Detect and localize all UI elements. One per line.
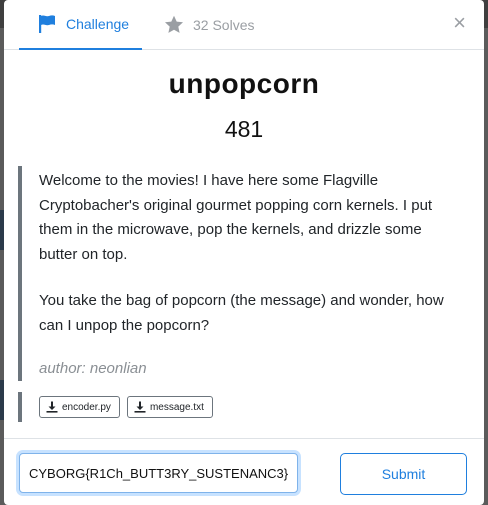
challenge-files: encoder.py message.txt	[18, 392, 464, 422]
file-download-encoder[interactable]: encoder.py	[39, 396, 120, 418]
challenge-author: author: neonlian	[39, 360, 147, 377]
challenge-title: unpopcorn	[168, 68, 320, 99]
modal-tabs: Challenge 32 Solves ×	[4, 0, 484, 50]
file-name: message.txt	[149, 401, 204, 413]
tab-solves-label: 32 Solves	[193, 17, 255, 33]
description-paragraph: You take the bag of popcorn (the message…	[39, 292, 444, 334]
close-icon[interactable]: ×	[453, 12, 466, 34]
file-name: encoder.py	[62, 401, 111, 413]
description-paragraph: Welcome to the movies! I have here some …	[39, 172, 433, 263]
challenge-points: 481	[224, 116, 264, 142]
flag-input[interactable]	[19, 453, 298, 493]
tab-challenge-label: Challenge	[66, 16, 130, 32]
tab-challenge[interactable]: Challenge	[19, 0, 142, 50]
download-icon	[134, 401, 146, 413]
challenge-modal: Challenge 32 Solves × unpopcorn 481 Welc…	[4, 0, 484, 505]
challenge-description: Welcome to the movies! I have here some …	[18, 166, 464, 381]
submission-footer: Submit	[4, 438, 484, 505]
flag-icon	[37, 14, 57, 34]
star-icon	[164, 15, 184, 35]
submit-button[interactable]: Submit	[340, 453, 467, 495]
tab-solves[interactable]: 32 Solves	[164, 0, 274, 50]
file-download-message[interactable]: message.txt	[126, 396, 213, 418]
download-icon	[46, 401, 58, 413]
